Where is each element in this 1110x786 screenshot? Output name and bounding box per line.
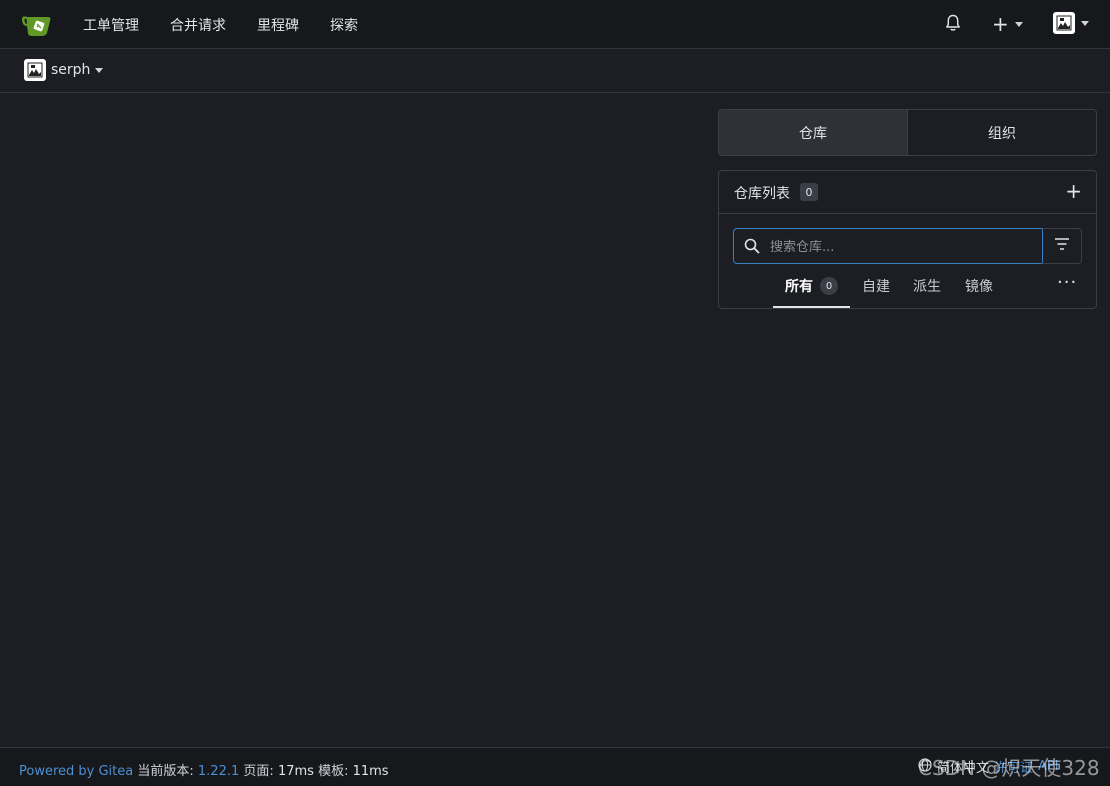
version-link[interactable]: 1.22.1 <box>198 764 239 779</box>
filter-tab-sources[interactable]: 自建 <box>862 276 890 296</box>
dashboard-tabs: 仓库 组织 <box>718 109 1097 156</box>
version-label: 当前版本: <box>137 764 194 779</box>
repo-search-input[interactable] <box>768 235 1037 259</box>
footer: Powered by Gitea 当前版本: 1.22.1 页面: 17ms 模… <box>0 747 1110 786</box>
template-time-label: 模板: <box>318 764 349 779</box>
footer-links: 简体中文 许可证 API <box>918 757 1059 776</box>
filter-tab-forks[interactable]: 派生 <box>913 276 941 296</box>
filter-icon <box>1054 237 1070 255</box>
chevron-down-icon <box>1014 21 1023 27</box>
chevron-down-icon <box>95 67 104 73</box>
api-link[interactable]: API <box>1038 759 1059 774</box>
filter-all-count-badge: 0 <box>820 277 838 295</box>
repo-list-title: 仓库列表 <box>734 186 790 202</box>
create-menu[interactable]: + <box>992 12 1023 36</box>
license-link[interactable]: 许可证 <box>994 757 1033 776</box>
filter-tab-mirrors[interactable]: 镜像 <box>965 276 993 296</box>
page-time-label: 页面: <box>243 764 274 779</box>
plus-icon: + <box>992 12 1009 36</box>
globe-icon <box>918 757 932 776</box>
avatar-icon <box>1053 12 1075 34</box>
repo-list-header: 仓库列表 0 + <box>719 171 1096 214</box>
repo-count-badge: 0 <box>800 183 818 201</box>
nav-explore[interactable]: 探索 <box>330 15 358 35</box>
filter-button[interactable] <box>1042 228 1082 264</box>
top-navbar: 工单管理 合并请求 里程碑 探索 + <box>0 0 1110 49</box>
search-icon <box>744 238 760 254</box>
context-bar: serph <box>0 49 1110 93</box>
repo-filter-tabs: 所有 0 自建 派生 镜像 ··· <box>719 272 1096 309</box>
language-selector[interactable]: 简体中文 <box>937 757 989 776</box>
add-repo-button[interactable]: + <box>1065 180 1082 202</box>
repo-list-panel: 仓库列表 0 + 所有 0 自建 派生 镜像 ··· <box>718 170 1097 309</box>
avatar-icon <box>24 59 46 81</box>
nav-issues[interactable]: 工单管理 <box>83 15 139 35</box>
template-time-value: 11ms <box>352 764 389 779</box>
more-filters-button[interactable]: ··· <box>1057 272 1077 293</box>
powered-by-link[interactable]: Powered by Gitea <box>19 764 133 779</box>
page-time-value: 17ms <box>277 764 314 779</box>
tab-organizations[interactable]: 组织 <box>907 110 1096 155</box>
active-tab-underline <box>773 306 850 308</box>
context-username: serph <box>51 62 91 78</box>
repo-search-box <box>733 228 1043 264</box>
bell-icon[interactable] <box>943 13 963 33</box>
chevron-down-icon <box>1081 20 1089 26</box>
context-switcher[interactable]: serph <box>24 59 104 81</box>
filter-tab-all[interactable]: 所有 <box>785 276 813 296</box>
gitea-logo-icon[interactable] <box>20 12 54 38</box>
tab-repositories[interactable]: 仓库 <box>719 110 907 155</box>
user-menu[interactable] <box>1053 12 1089 34</box>
nav-milestones[interactable]: 里程碑 <box>257 15 299 35</box>
nav-pull-requests[interactable]: 合并请求 <box>170 15 226 35</box>
footer-info: Powered by Gitea 当前版本: 1.22.1 页面: 17ms 模… <box>19 760 389 779</box>
